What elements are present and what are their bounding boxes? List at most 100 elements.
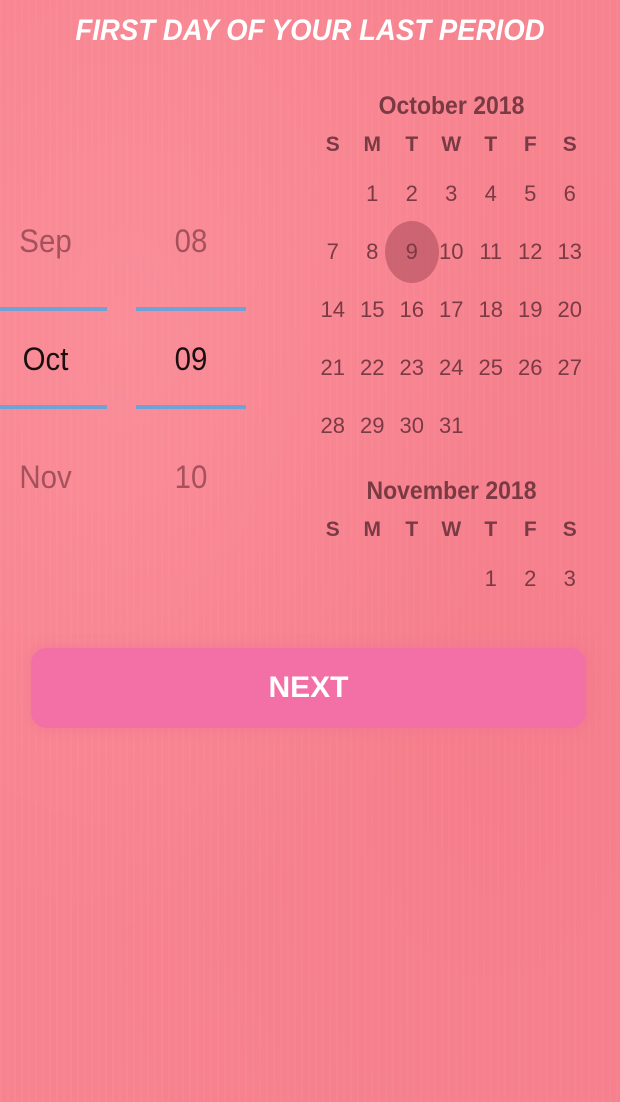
- calendar-day-number: 23: [399, 355, 424, 380]
- calendar-day[interactable]: 6: [550, 165, 590, 223]
- month-selected-option[interactable]: Oct: [0, 341, 95, 378]
- calendar-day[interactable]: 17: [432, 281, 472, 339]
- weekday-label: T: [484, 133, 498, 156]
- month-prev-option[interactable]: Sep: [0, 223, 95, 260]
- calendar-empty-cell: [353, 550, 393, 608]
- weekday-label: S: [325, 518, 340, 541]
- calendar-day[interactable]: 18: [471, 281, 511, 339]
- calendar-day-number: 2: [405, 181, 418, 206]
- picker-divider-top: [136, 307, 246, 311]
- calendar-day[interactable]: 4: [471, 165, 511, 223]
- weekday-label: M: [363, 133, 382, 156]
- calendar-day-number: 31: [439, 413, 464, 438]
- calendar-week-row: 7 8 9 10 11 12 13: [313, 223, 590, 281]
- month-picker[interactable]: Sep Oct Nov: [0, 215, 107, 515]
- calendar-day[interactable]: 12: [511, 223, 551, 281]
- calendar-day-number: 29: [360, 413, 385, 438]
- calendar-day-number: 15: [360, 297, 385, 322]
- calendar-day[interactable]: 7: [313, 223, 353, 281]
- month-next-option[interactable]: Nov: [0, 459, 95, 496]
- weekday-label: T: [484, 518, 498, 541]
- calendar-day-number: 7: [326, 239, 339, 264]
- calendar-day[interactable]: 28: [313, 397, 353, 455]
- weekday-label: W: [441, 133, 462, 156]
- calendar-day-number: 20: [557, 297, 582, 322]
- calendar-day[interactable]: 1: [353, 165, 393, 223]
- calendar-day-number: 16: [399, 297, 424, 322]
- day-picker[interactable]: 08 09 10: [136, 215, 246, 515]
- calendar-empty-cell: [550, 397, 590, 455]
- day-prev-option[interactable]: 08: [140, 223, 241, 260]
- calendar-day-number: 12: [518, 239, 543, 264]
- weekday-label: W: [441, 518, 462, 541]
- picker-divider-bottom: [136, 405, 246, 409]
- calendar-day-number: 8: [366, 239, 379, 264]
- calendar-grid: 1 2 3 4 5 6 7 8 9 10 11 12 13 14 15 16 17 18 19 20 21 22 23 24 2…: [313, 165, 590, 455]
- calendar-day[interactable]: 20: [550, 281, 590, 339]
- calendar-day-number: 18: [478, 297, 503, 322]
- calendar-day-number: 30: [399, 413, 424, 438]
- calendar-week-row: 14 15 16 17 18 19 20: [313, 281, 590, 339]
- calendar-day-number: 28: [320, 413, 345, 438]
- calendar-day[interactable]: 5: [511, 165, 551, 223]
- calendar-day-number: 4: [484, 181, 497, 206]
- calendar-day[interactable]: 26: [511, 339, 551, 397]
- calendar-empty-cell: [313, 165, 353, 223]
- calendar-week-row: 1 2 3 4 5 6: [313, 165, 590, 223]
- calendar-day[interactable]: 2: [511, 550, 551, 608]
- calendar-day[interactable]: 21: [313, 339, 353, 397]
- calendar-day-number: 1: [366, 181, 379, 206]
- weekday-header: SMTWTFS: [313, 510, 590, 550]
- calendar-day[interactable]: 30: [392, 397, 432, 455]
- calendar-day-number: 27: [557, 355, 582, 380]
- calendar-day[interactable]: 3: [432, 165, 472, 223]
- weekday-label: M: [363, 518, 382, 541]
- calendar-week-row: 21 22 23 24 25 26 27: [313, 339, 590, 397]
- calendar-day-number: 14: [320, 297, 345, 322]
- calendar-day[interactable]: 22: [353, 339, 393, 397]
- picker-divider-top: [0, 307, 107, 311]
- weekday-label: S: [562, 518, 577, 541]
- calendar-week-row: 28 29 30 31: [313, 397, 590, 455]
- calendar-month-title: October 2018: [378, 92, 525, 120]
- calendar-day[interactable]: 11: [471, 223, 511, 281]
- calendar-day[interactable]: 19: [511, 281, 551, 339]
- calendar-day[interactable]: 14: [313, 281, 353, 339]
- calendar-day[interactable]: 1: [471, 550, 511, 608]
- calendar-day-number: 13: [557, 239, 582, 264]
- calendar-empty-cell: [432, 550, 472, 608]
- calendar-day[interactable]: 29: [353, 397, 393, 455]
- calendar-day-number: 10: [439, 239, 464, 264]
- calendar-day-number: 2: [524, 566, 537, 591]
- calendar-october: October 2018 SMTWTFS 1 2 3 4 5 6 7 8 9 10 11 12 13 14…: [313, 92, 590, 455]
- calendar-day[interactable]: 23: [392, 339, 432, 397]
- calendar-day-number: 24: [439, 355, 464, 380]
- calendar-day-number: 19: [518, 297, 543, 322]
- calendar-day[interactable]: 24: [432, 339, 472, 397]
- day-selected-option[interactable]: 09: [140, 341, 241, 378]
- day-next-option[interactable]: 10: [140, 459, 241, 496]
- calendar-day-number: 21: [320, 355, 345, 380]
- calendar-day-selected[interactable]: 9: [392, 223, 432, 281]
- calendar-day-number: 25: [478, 355, 503, 380]
- calendar-day[interactable]: 10: [432, 223, 472, 281]
- calendar-day-number: 22: [360, 355, 385, 380]
- calendar-day[interactable]: 27: [550, 339, 590, 397]
- page-title: FIRST DAY OF YOUR LAST PERIOD: [75, 14, 545, 47]
- next-button[interactable]: NEXT: [31, 648, 586, 728]
- calendar-day[interactable]: 13: [550, 223, 590, 281]
- calendar-day[interactable]: 2: [392, 165, 432, 223]
- weekday-label: F: [523, 133, 537, 156]
- calendar-day-number: 6: [563, 181, 576, 206]
- calendar-day-number: 3: [563, 566, 576, 591]
- calendar-day-number: 1: [484, 566, 497, 591]
- calendar-day[interactable]: 16: [392, 281, 432, 339]
- calendar-day[interactable]: 3: [550, 550, 590, 608]
- calendar-month-title: November 2018: [366, 477, 537, 505]
- calendar-day[interactable]: 25: [471, 339, 511, 397]
- calendar-day[interactable]: 31: [432, 397, 472, 455]
- calendar-day[interactable]: 15: [353, 281, 393, 339]
- calendar-empty-cell: [313, 550, 353, 608]
- calendar-empty-cell: [471, 397, 511, 455]
- weekday-label: T: [405, 518, 419, 541]
